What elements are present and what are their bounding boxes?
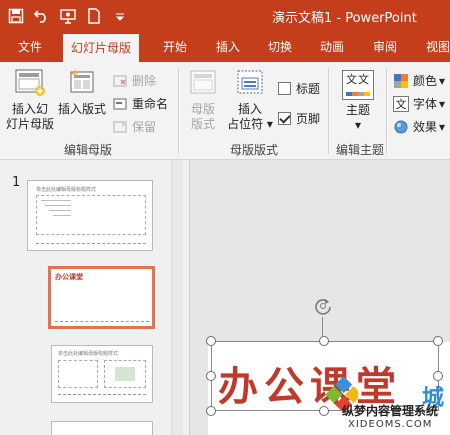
- insert-placeholder-label-1: 插入: [237, 102, 262, 116]
- selected-layout-title: 办公课堂: [55, 273, 83, 281]
- effects-button[interactable]: 效果 ▾: [393, 118, 445, 135]
- layout-thumbnail-selected[interactable]: 办公课堂: [48, 266, 155, 329]
- title-checkbox-label: 标题: [296, 82, 321, 96]
- fonts-icon: 文: [393, 95, 409, 112]
- edit-theme-group-label: 编辑主题: [336, 143, 385, 157]
- group-divider: [178, 68, 179, 154]
- rename-label: 重命名: [132, 97, 169, 111]
- title-checkbox[interactable]: 标题: [278, 80, 320, 97]
- title-checkbox-box[interactable]: [278, 82, 291, 95]
- rotate-handle-line: [322, 317, 323, 337]
- group-divider: [386, 68, 387, 154]
- new-file-icon[interactable]: [84, 6, 104, 26]
- insert-placeholder-label-2: 占位符 ▾: [227, 117, 273, 131]
- fonts-dropdown-arrow: ▾: [439, 96, 446, 111]
- insert-slide-master-button[interactable]: 插入幻 灯片母版: [6, 68, 54, 132]
- window-title: 演示文稿1 - PowerPoint: [272, 11, 417, 26]
- master-content-placeholder: [36, 195, 146, 235]
- group-divider: [328, 68, 329, 154]
- insert-slide-master-label-2: 灯片母版: [6, 117, 55, 131]
- colors-icon: [393, 73, 409, 89]
- rotate-handle-icon[interactable]: [313, 296, 333, 316]
- themes-icon-text: 文文: [346, 73, 370, 86]
- title-bar: 演示文稿1 - PowerPoint: [0, 0, 450, 32]
- footer-checkbox-label: 页脚: [296, 112, 321, 126]
- themes-button[interactable]: 文文 主题 ▾: [336, 70, 380, 133]
- footer-checkbox[interactable]: 页脚: [278, 110, 320, 127]
- insert-slide-master-label-1: 插入幻: [11, 102, 48, 116]
- insert-layout-label: 插入版式: [57, 102, 106, 116]
- delete-icon: [112, 73, 128, 89]
- watermark-logo: 城 纵梦内容管理系统 XIDEOMS.COM: [300, 372, 450, 435]
- edit-master-group-label: 编辑母版: [64, 143, 113, 157]
- slide-master-thumbnail[interactable]: 单击此处编辑母版标题样式: [27, 180, 153, 251]
- colors-dropdown-arrow: ▾: [439, 73, 446, 88]
- watermark-url: XIDEOMS.COM: [348, 419, 433, 430]
- effects-icon: [393, 119, 409, 135]
- rename-icon: [112, 96, 128, 112]
- insert-layout-button[interactable]: 插入版式: [56, 68, 108, 117]
- effects-label: 效果: [413, 120, 438, 134]
- quick-access-toolbar: [6, 6, 136, 26]
- preserve-label: 保留: [132, 120, 157, 134]
- layout-thumbnail[interactable]: 单击此处编辑母版标题样式: [51, 345, 153, 403]
- tab-home[interactable]: 开始: [163, 32, 187, 62]
- slideshow-icon[interactable]: [58, 6, 78, 26]
- insert-slide-master-icon: [14, 68, 46, 98]
- resize-handle[interactable]: [206, 406, 216, 416]
- resize-handle[interactable]: [433, 336, 443, 346]
- master-layout-label-1: 母版: [190, 102, 215, 116]
- thumbnail-scrollbar[interactable]: [171, 160, 183, 435]
- insert-placeholder-button[interactable]: 插入 占位符 ▾: [226, 68, 274, 132]
- master-layout-icon: [188, 68, 218, 98]
- master-title-text: 单击此处编辑母版标题样式: [36, 187, 97, 193]
- master-footer-line: [36, 243, 146, 244]
- layout-title-text: 单击此处编辑母版标题样式: [58, 351, 119, 357]
- delete-button[interactable]: 删除: [112, 72, 156, 89]
- master-layout-group-label: 母版版式: [230, 143, 279, 157]
- customize-icon[interactable]: [110, 6, 130, 26]
- undo-icon[interactable]: [32, 6, 52, 26]
- preserve-button[interactable]: 保留: [112, 118, 156, 135]
- colors-label: 颜色: [413, 74, 438, 88]
- preserve-icon: [112, 119, 128, 135]
- themes-label: 主题 ▾: [345, 103, 370, 132]
- resize-handle[interactable]: [206, 336, 216, 346]
- themes-icon: 文文: [342, 70, 374, 100]
- tab-review[interactable]: 审阅: [373, 32, 397, 62]
- watermark-text: 纵梦内容管理系统: [342, 404, 439, 418]
- tab-slide-master[interactable]: 幻灯片母版: [63, 34, 140, 62]
- resize-handle[interactable]: [206, 371, 216, 381]
- ribbon-tabs: 文件 幻灯片母版 开始 插入 切换 动画 审阅 视图: [0, 32, 450, 62]
- fonts-button[interactable]: 文 字体 ▾: [393, 95, 445, 112]
- layout-footer-line: [58, 394, 146, 395]
- resize-handle[interactable]: [319, 336, 329, 346]
- layout-thumbnail[interactable]: [51, 421, 153, 435]
- effects-dropdown-arrow: ▾: [439, 119, 446, 134]
- master-layout-label-2: 版式: [190, 117, 215, 131]
- layout-placeholder-right: [104, 360, 146, 388]
- save-icon[interactable]: [6, 6, 26, 26]
- colors-button[interactable]: 颜色 ▾: [393, 72, 445, 89]
- tab-view[interactable]: 视图: [426, 32, 450, 62]
- tab-animations[interactable]: 动画: [320, 32, 344, 62]
- tab-insert[interactable]: 插入: [216, 32, 240, 62]
- layout-placeholder-left: [58, 360, 98, 388]
- slide-number: 1: [12, 175, 21, 190]
- delete-label: 删除: [132, 74, 157, 88]
- master-layout-button[interactable]: 母版 版式: [186, 68, 220, 132]
- insert-placeholder-icon: [235, 68, 265, 98]
- footer-checkbox-box[interactable]: [278, 112, 291, 125]
- insert-layout-icon: [67, 68, 97, 98]
- tab-file[interactable]: 文件: [18, 32, 42, 62]
- fonts-label: 字体: [413, 97, 438, 111]
- selected-layout-footer-line: [55, 321, 149, 322]
- ribbon: 插入幻 灯片母版 插入版式 删除 重命名 保留 编辑母版 母版 版式 插入 占位…: [0, 62, 450, 160]
- rename-button[interactable]: 重命名: [112, 95, 168, 112]
- tab-transitions[interactable]: 切换: [268, 32, 292, 62]
